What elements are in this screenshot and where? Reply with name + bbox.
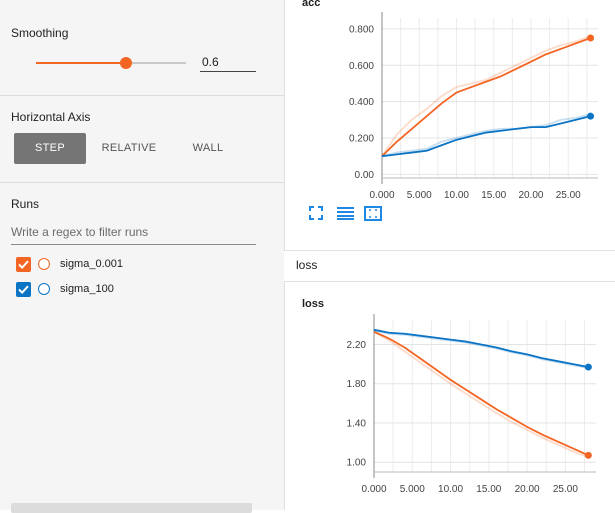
y-tick-label: 2.20	[347, 340, 367, 351]
x-tick-label: 15.00	[476, 484, 501, 495]
y-tick-label: 0.00	[355, 170, 375, 181]
runs-filter-input[interactable]: Write a regex to filter runs	[11, 225, 256, 245]
y-tick-label: 1.40	[347, 418, 367, 429]
series-line	[373, 330, 589, 457]
group-label: loss	[296, 258, 318, 272]
run-label: sigma_0.001	[60, 258, 123, 270]
runs-title: Runs	[11, 197, 40, 211]
axis-relative-button[interactable]: RELATIVE	[93, 133, 165, 164]
sidebar-bottom-button[interactable]	[11, 503, 252, 513]
x-tick-label: 15.00	[481, 190, 506, 201]
y-tick-label: 0.400	[349, 97, 374, 108]
divider	[0, 182, 284, 183]
x-tick-label: 25.00	[553, 484, 578, 495]
checkmark-icon	[18, 285, 29, 295]
axis-wall-button[interactable]: WALL	[172, 133, 244, 164]
smoothing-slider-fill	[36, 62, 126, 64]
smoothing-title: Smoothing	[11, 26, 69, 40]
x-tick-label: 5.000	[407, 190, 432, 201]
y-tick-label: 1.00	[347, 458, 367, 469]
y-tick-label: 1.80	[347, 379, 367, 390]
axis-step-button[interactable]: STEP	[14, 133, 86, 164]
x-tick-label: 25.00	[556, 190, 581, 201]
series-end-point	[587, 34, 595, 42]
run-color-circle-icon[interactable]	[38, 258, 50, 270]
x-tick-label: 10.00	[438, 484, 463, 495]
series-raw-line	[381, 113, 591, 158]
group-header-loss[interactable]: loss	[284, 250, 615, 282]
series-raw-line	[373, 330, 589, 459]
x-tick-label: 20.00	[515, 484, 540, 495]
x-tick-label: 0.000	[361, 484, 386, 495]
x-tick-label: 10.00	[444, 190, 469, 201]
x-tick-label: 0.000	[369, 190, 394, 201]
smoothing-slider[interactable]	[36, 57, 186, 69]
run-checkbox[interactable]	[16, 282, 31, 297]
sidebar: Smoothing 0.6 Horizontal Axis STEP RELAT…	[0, 0, 285, 513]
smoothing-value-input[interactable]: 0.6	[200, 54, 256, 72]
divider	[0, 95, 284, 96]
run-color-circle-icon[interactable]	[38, 283, 50, 295]
x-tick-label: 5.000	[400, 484, 425, 495]
series-end-point	[587, 112, 595, 120]
series-end-point	[584, 363, 592, 371]
x-tick-label: 20.00	[518, 190, 543, 201]
y-tick-label: 0.600	[349, 61, 374, 72]
fit-domain-icon[interactable]	[364, 206, 382, 226]
fullscreen-icon[interactable]	[309, 206, 323, 225]
acc-chart[interactable]: 0.00 0.200 0.400 0.600 0.800 0.000 5.000 10.00 1…	[284, 0, 615, 205]
loss-chart[interactable]: 1.00 1.40 1.80 2.20 0.000 5.000 10.00 15.00 20.0…	[284, 300, 615, 510]
horizontal-axis-title: Horizontal Axis	[11, 110, 91, 124]
toggle-log-icon[interactable]	[337, 206, 354, 225]
run-label: sigma_100	[60, 283, 114, 295]
y-tick-label: 0.200	[349, 134, 374, 145]
run-checkbox[interactable]	[16, 257, 31, 272]
series-end-point	[584, 451, 592, 459]
checkmark-icon	[18, 260, 29, 270]
y-tick-label: 0.800	[349, 24, 374, 35]
smoothing-slider-thumb[interactable]	[120, 57, 132, 69]
